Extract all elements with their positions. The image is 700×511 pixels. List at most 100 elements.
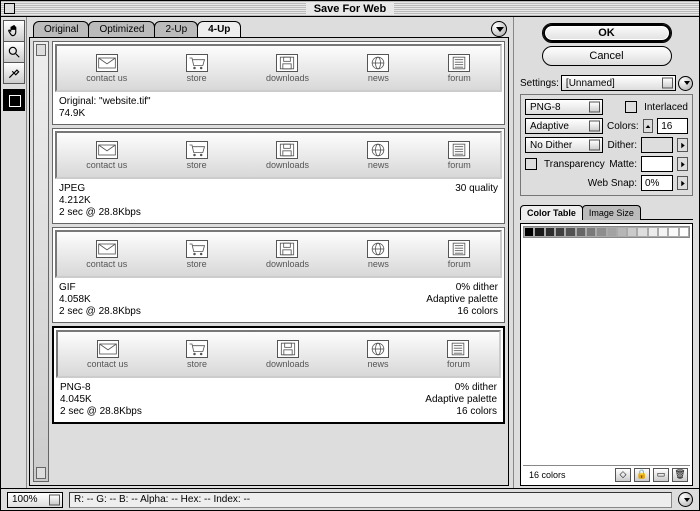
nav-label: forum bbox=[447, 359, 470, 369]
colors-label: Colors: bbox=[607, 121, 639, 132]
preview-stat: 4.212K bbox=[59, 195, 141, 207]
colors-stepper[interactable] bbox=[643, 119, 654, 133]
lines-icon bbox=[448, 141, 470, 159]
tab-2up[interactable]: 2-Up bbox=[154, 21, 198, 37]
foreground-color-swatch[interactable] bbox=[3, 89, 25, 111]
nav-label: downloads bbox=[266, 259, 309, 269]
preview-vscrollbar[interactable] bbox=[33, 41, 49, 482]
nav-label: contact us bbox=[86, 160, 127, 170]
status-bar: 100% R: -- G: -- B: -- Alpha: -- Hex: --… bbox=[1, 488, 699, 510]
color-swatch-grid[interactable] bbox=[523, 226, 690, 238]
nav-label: forum bbox=[448, 73, 471, 83]
transparency-label: Transparency bbox=[544, 159, 605, 170]
nav-label: contact us bbox=[86, 259, 127, 269]
preview-stat: 16 colors bbox=[425, 406, 497, 418]
nav-label: news bbox=[368, 259, 389, 269]
interlaced-checkbox[interactable] bbox=[625, 101, 637, 113]
color-swatch[interactable] bbox=[668, 227, 678, 237]
zoom-tool[interactable] bbox=[3, 41, 25, 63]
preview-pane[interactable]: contact usstoredownloadsnewsforumOrigina… bbox=[52, 41, 505, 125]
color-swatch[interactable] bbox=[586, 227, 596, 237]
disk-icon bbox=[276, 54, 298, 72]
dither-label: Dither: bbox=[608, 140, 637, 151]
preview-menu-icon[interactable] bbox=[491, 21, 507, 37]
color-swatch[interactable] bbox=[576, 227, 586, 237]
envelope-icon bbox=[96, 240, 118, 258]
zoom-select[interactable]: 100% bbox=[7, 492, 63, 508]
tab-original[interactable]: Original bbox=[33, 21, 89, 37]
format-select[interactable]: PNG-8 bbox=[525, 99, 603, 115]
website-preview-image: contact usstoredownloadsnewsforum bbox=[55, 131, 502, 179]
dither-method-select[interactable]: No Dither bbox=[525, 137, 603, 153]
websnap-field[interactable]: 0% bbox=[641, 175, 673, 191]
color-swatch[interactable] bbox=[534, 227, 544, 237]
reduction-select[interactable]: Adaptive bbox=[525, 118, 603, 134]
tab-color-table[interactable]: Color Table bbox=[520, 205, 583, 220]
color-swatch[interactable] bbox=[545, 227, 555, 237]
colors-field[interactable]: 16 bbox=[657, 118, 688, 134]
tool-column bbox=[1, 17, 27, 488]
preview-stat: 0% dither bbox=[426, 282, 498, 294]
settings-label: Settings: bbox=[520, 78, 559, 89]
color-swatch[interactable] bbox=[555, 227, 565, 237]
globe-icon bbox=[367, 54, 389, 72]
settings-preset-select[interactable]: [Unnamed] bbox=[561, 75, 676, 91]
preview-pane[interactable]: contact usstoredownloadsnewsforumJPEG4.2… bbox=[52, 128, 505, 224]
dither-field[interactable] bbox=[641, 137, 673, 153]
window-close-box[interactable] bbox=[4, 3, 15, 14]
color-swatch[interactable] bbox=[565, 227, 575, 237]
preview-stat: GIF bbox=[59, 282, 141, 294]
hand-tool[interactable] bbox=[3, 20, 25, 42]
color-swatch[interactable] bbox=[617, 227, 627, 237]
cart-icon bbox=[186, 340, 208, 358]
envelope-icon bbox=[96, 54, 118, 72]
preview-stat: 0% dither bbox=[425, 382, 497, 394]
matte-swatch[interactable] bbox=[641, 156, 673, 172]
color-swatch[interactable] bbox=[679, 227, 689, 237]
matte-arrow-icon[interactable] bbox=[677, 157, 688, 171]
trash-icon[interactable]: 🗑 bbox=[672, 468, 688, 482]
color-swatch[interactable] bbox=[658, 227, 668, 237]
color-swatch[interactable] bbox=[524, 227, 534, 237]
ok-button[interactable]: OK bbox=[542, 23, 672, 43]
preview-area: contact usstoredownloadsnewsforumOrigina… bbox=[29, 37, 509, 486]
tab-4up[interactable]: 4-Up bbox=[197, 21, 241, 37]
preview-info: GIF4.058K2 sec @ 28.8Kbps0% ditherAdapti… bbox=[53, 280, 504, 322]
websnap-label: Web Snap: bbox=[588, 178, 637, 189]
optimize-settings: PNG-8 Interlaced Adaptive Colors: 16 No … bbox=[520, 94, 693, 196]
nav-label: contact us bbox=[87, 359, 128, 369]
nav-item: forum bbox=[447, 340, 470, 369]
color-readout: R: -- G: -- B: -- Alpha: -- Hex: -- Inde… bbox=[69, 492, 672, 508]
envelope-icon bbox=[97, 340, 119, 358]
nav-label: store bbox=[187, 160, 207, 170]
lock-color-icon[interactable]: 🔒 bbox=[634, 468, 650, 482]
settings-menu-icon[interactable] bbox=[678, 76, 693, 91]
color-swatch[interactable] bbox=[607, 227, 617, 237]
cart-icon bbox=[186, 54, 208, 72]
preview-stat: 2 sec @ 28.8Kbps bbox=[60, 406, 142, 418]
preview-pane[interactable]: contact usstoredownloadsnewsforumPNG-84.… bbox=[52, 326, 505, 424]
eyedropper-tool[interactable] bbox=[3, 62, 25, 84]
matte-label: Matte: bbox=[609, 159, 637, 170]
tab-optimized[interactable]: Optimized bbox=[88, 21, 155, 37]
preview-pane[interactable]: contact usstoredownloadsnewsforumGIF4.05… bbox=[52, 227, 505, 323]
preview-stat: 2 sec @ 28.8Kbps bbox=[59, 207, 141, 219]
color-swatch[interactable] bbox=[596, 227, 606, 237]
color-swatch[interactable] bbox=[627, 227, 637, 237]
nav-label: news bbox=[368, 160, 389, 170]
tab-image-size[interactable]: Image Size bbox=[582, 205, 641, 220]
color-swatch[interactable] bbox=[648, 227, 658, 237]
browser-preview-icon[interactable] bbox=[678, 492, 693, 507]
cart-icon bbox=[186, 141, 208, 159]
preview-stat: 30 quality bbox=[455, 183, 498, 195]
websnap-arrow-icon[interactable] bbox=[677, 176, 688, 190]
nav-item: news bbox=[367, 141, 389, 170]
color-swatch[interactable] bbox=[637, 227, 647, 237]
new-color-icon[interactable]: ▭ bbox=[653, 468, 669, 482]
nav-label: news bbox=[367, 359, 388, 369]
snap-websafe-icon[interactable]: ◇ bbox=[615, 468, 631, 482]
disk-icon bbox=[276, 240, 298, 258]
transparency-checkbox[interactable] bbox=[525, 158, 537, 170]
cancel-button[interactable]: Cancel bbox=[542, 46, 672, 66]
dither-arrow-icon[interactable] bbox=[677, 138, 688, 152]
